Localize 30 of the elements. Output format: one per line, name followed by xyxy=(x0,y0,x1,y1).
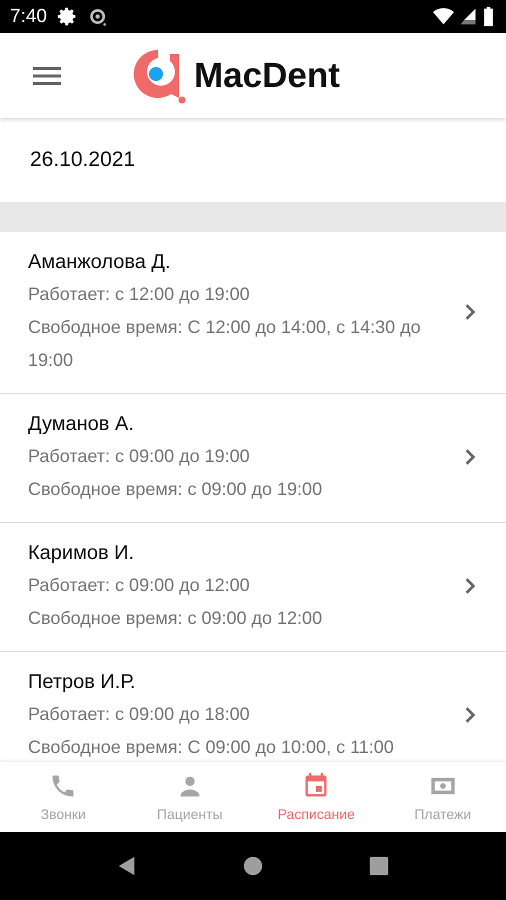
doctor-name: Петров И.Р. xyxy=(28,670,136,695)
menu-icon[interactable] xyxy=(33,66,61,86)
doctor-row[interactable]: Каримов И. Работает: с 09:00 до 12:00 Свободное время: с 09:00 до 12:00 xyxy=(0,523,506,652)
wifi-icon xyxy=(433,6,454,27)
clock-time: 7:40 xyxy=(10,6,47,28)
doctor-name: Аманжолова Д. xyxy=(28,250,172,275)
working-hours: Работает: с 09:00 до 18:00 xyxy=(28,703,251,726)
chevron-right-icon xyxy=(464,302,476,320)
chevron-right-icon xyxy=(464,706,476,724)
free-time: Свободное время: С 09:00 до 10:00, с 11:00 xyxy=(28,736,395,759)
working-hours: Работает: с 09:00 до 19:00 xyxy=(28,445,251,468)
battery-icon xyxy=(483,6,494,27)
app-title: MacDent xyxy=(194,56,340,96)
doctor-name: Каримов И. xyxy=(28,541,136,566)
doctor-row[interactable]: Думанов А. Работает: с 09:00 до 19:00 Свободное время: с 09:00 до 19:00 xyxy=(0,394,506,523)
chevron-right-icon xyxy=(464,448,476,466)
doctor-name: Думанов А. xyxy=(28,412,135,437)
date-label: 26.10.2021 xyxy=(30,148,136,172)
free-time: Свободное время: с 09:00 до 19:00 xyxy=(28,478,324,501)
doctor-row[interactable]: Аманжолова Д. Работает: с 12:00 до 19:00 Свободное время: С 12:00 до 14:00, с 14:30 до 19:00 xyxy=(0,232,506,394)
home-icon[interactable] xyxy=(242,855,264,877)
free-time: Свободное время: С 12:00 до 14:00, с 14:30 до 19:00 xyxy=(28,316,422,372)
free-time: Свободное время: с 09:00 до 12:00 xyxy=(28,607,324,630)
recents-icon[interactable] xyxy=(368,855,390,877)
gear-icon xyxy=(56,6,78,27)
working-hours: Работает: с 12:00 до 19:00 xyxy=(28,283,251,306)
target-icon xyxy=(88,6,109,27)
working-hours: Работает: с 09:00 до 12:00 xyxy=(28,574,251,597)
chevron-right-icon xyxy=(464,577,476,595)
logo-icon xyxy=(132,48,188,104)
